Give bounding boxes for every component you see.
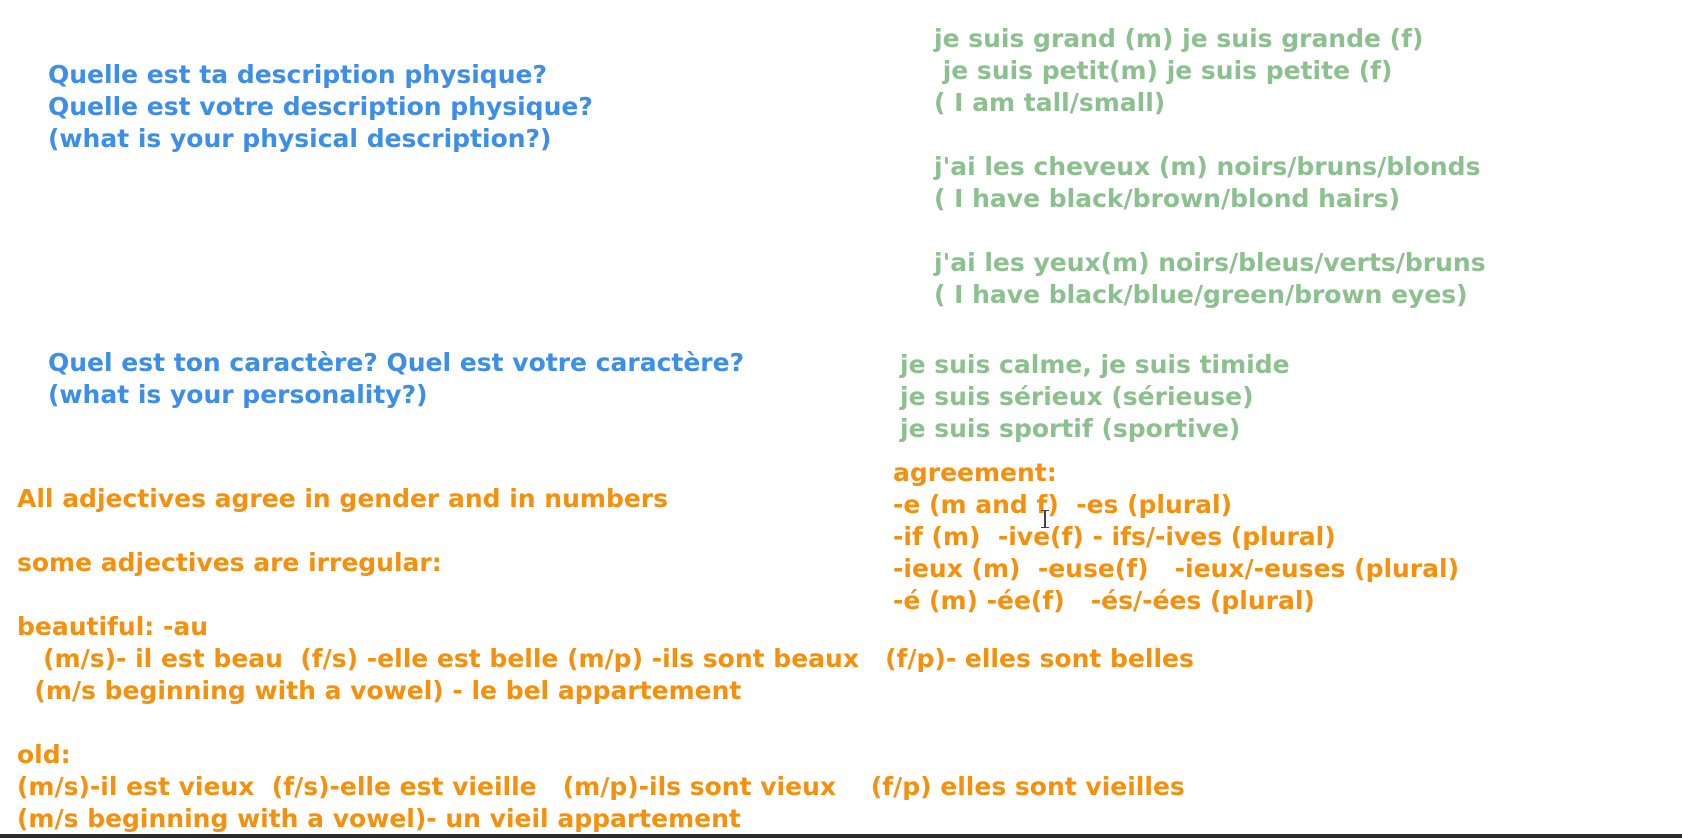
old-heading: old: [17,740,71,769]
personality-answers: je suis calme, je suis timide je suis sé… [900,349,1290,445]
personality-question: Quel est ton caractère? Quel est votre c… [48,347,744,411]
answer-line: ( I have black/blue/green/brown eyes) [934,280,1468,309]
answer-line: je suis sportif (sportive) [900,414,1241,443]
answer-line: j'ai les yeux(m) noirs/bleus/verts/bruns [934,248,1486,277]
question-line: Quelle est ta description physique? [48,60,547,89]
answer-line: je suis sérieux (sérieuse) [900,382,1254,411]
beautiful-forms: (m/s)- il est beau (f/s) -elle est belle… [17,644,1194,673]
answer-line: je suis petit(m) je suis petite (f) [934,56,1393,85]
adjective-rules: All adjectives agree in gender and in nu… [17,483,1194,835]
general-rule: All adjectives agree in gender and in nu… [17,484,669,513]
answer-line: ( I am tall/small) [934,88,1166,117]
bottom-border [0,834,1682,838]
question-line: (what is your physical description?) [48,124,552,153]
text-cursor-icon [1040,510,1050,528]
answer-line: ( I have black/brown/blond hairs) [934,184,1401,213]
answer-line: je suis grand (m) je suis grande (f) [934,24,1424,53]
beautiful-vowel-form: (m/s beginning with a vowel) - le bel ap… [17,676,742,705]
irregular-rule: some adjectives are irregular: [17,548,442,577]
question-line: (what is your personality?) [48,380,428,409]
physical-description-question: Quelle est ta description physique? Quel… [48,59,593,155]
old-forms: (m/s)-il est vieux (f/s)-elle est vieill… [17,772,1185,801]
old-vowel-form: (m/s beginning with a vowel)- un vieil a… [17,804,741,833]
question-line: Quel est ton caractère? Quel est votre c… [48,348,745,377]
physical-description-answers: je suis grand (m) je suis grande (f) je … [934,23,1486,311]
slide-canvas: Quelle est ta description physique? Quel… [0,0,1682,834]
answer-line: je suis calme, je suis timide [900,350,1290,379]
beautiful-heading: beautiful: -au [17,612,209,641]
question-line: Quelle est votre description physique? [48,92,593,121]
answer-line: j'ai les cheveux (m) noirs/bruns/blonds [934,152,1481,181]
